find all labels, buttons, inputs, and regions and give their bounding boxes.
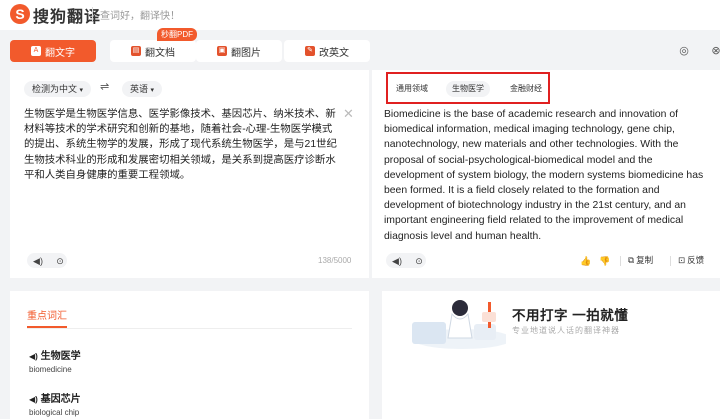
app-title[interactable]: 搜狗翻译 [33,3,101,27]
chevron-down-icon: ▾ [79,87,84,94]
sogou-logo-icon[interactable]: S [10,4,30,24]
speaker-icon[interactable]: ◀) [390,254,404,268]
screenshot-icon[interactable]: ◎ [676,43,692,59]
keyword-translation: biomedicine [29,365,72,374]
target-language-select[interactable]: 英语 ▾ [122,81,163,97]
swap-languages-icon[interactable]: ⇌ [100,80,109,93]
tab-translate-text[interactable]: A 翻文字 [10,40,96,62]
tab-label: 改英文 [319,47,349,59]
keyword-word: 基因芯片 [40,394,81,405]
domain-finance[interactable]: 金融财经 [504,81,548,97]
document-icon: ▤ [131,46,141,56]
text-icon: A [31,46,41,56]
thumbs-down-icon[interactable]: 👎 [598,254,612,268]
tab-edit-english[interactable]: ✎ 改英文 [284,40,370,62]
promo-title: 不用打字 一拍就懂 [512,308,629,323]
source-language-label: 检测为中文 [32,84,78,94]
target-language-label: 英语 [130,84,149,94]
tab-translate-image[interactable]: ▣ 翻图片 [196,40,282,62]
domain-general[interactable]: 通用领域 [390,81,434,97]
speaker-icon[interactable]: ◀) [29,395,38,404]
keyword-item[interactable]: ◀) 基因芯片 [29,390,81,405]
image-icon: ▣ [217,46,227,56]
slow-play-icon[interactable]: ⊙ [412,254,426,268]
domain-biomedicine[interactable]: 生物医学 [446,81,490,97]
feedback-icon: ⊡ [678,254,686,265]
promo-subtitle: 专业地道说人话的翻译神器 [512,326,620,335]
source-text-input[interactable]: 生物医学是生物医学信息、医学影像技术、基因芯片、纳米技术、新材料等技术的学术研究… [24,107,342,183]
header-divider [92,7,93,21]
promo-illustration [412,300,506,349]
settings-icon[interactable]: ⊗ [708,43,720,59]
keywords-divider [27,328,352,329]
source-language-select[interactable]: 检测为中文 ▾ [24,81,92,97]
speaker-icon[interactable]: ◀) [31,254,45,268]
tab-label: 翻文档 [145,47,175,59]
edit-english-icon: ✎ [305,46,315,56]
clear-text-icon[interactable]: ✕ [343,106,354,122]
tab-label: 翻文字 [45,47,75,59]
chevron-down-icon: ▾ [150,87,155,94]
feedback-button[interactable]: ⊡ 反馈 [678,254,704,266]
action-divider [670,256,671,266]
pdf-promo-badge[interactable]: 秒翻PDF [157,28,197,41]
slogan: 查词好，翻译快！ [100,11,180,22]
tab-label: 翻图片 [231,47,261,59]
slow-play-icon[interactable]: ⊙ [53,254,67,268]
keyword-word: 生物医学 [40,351,81,362]
translation-output: Biomedicine is the base of academic rese… [384,109,704,242]
speaker-icon[interactable]: ◀) [29,352,38,361]
tab-translate-document[interactable]: ▤ 翻文档 [110,40,196,62]
copy-icon: ⧉ [628,254,635,265]
character-count: 138/5000 [318,256,352,265]
copy-button[interactable]: ⧉ 复制 [628,254,653,266]
keyword-item[interactable]: ◀) 生物医学 [29,347,81,362]
thumbs-up-icon[interactable]: 👍 [579,254,593,268]
keyword-translation: biological chip [29,408,80,417]
keywords-title: 重点词汇 [27,311,67,322]
keywords-underline [27,326,67,328]
feedback-label: 反馈 [687,255,705,265]
copy-label: 复制 [636,255,654,265]
action-divider [620,256,621,266]
